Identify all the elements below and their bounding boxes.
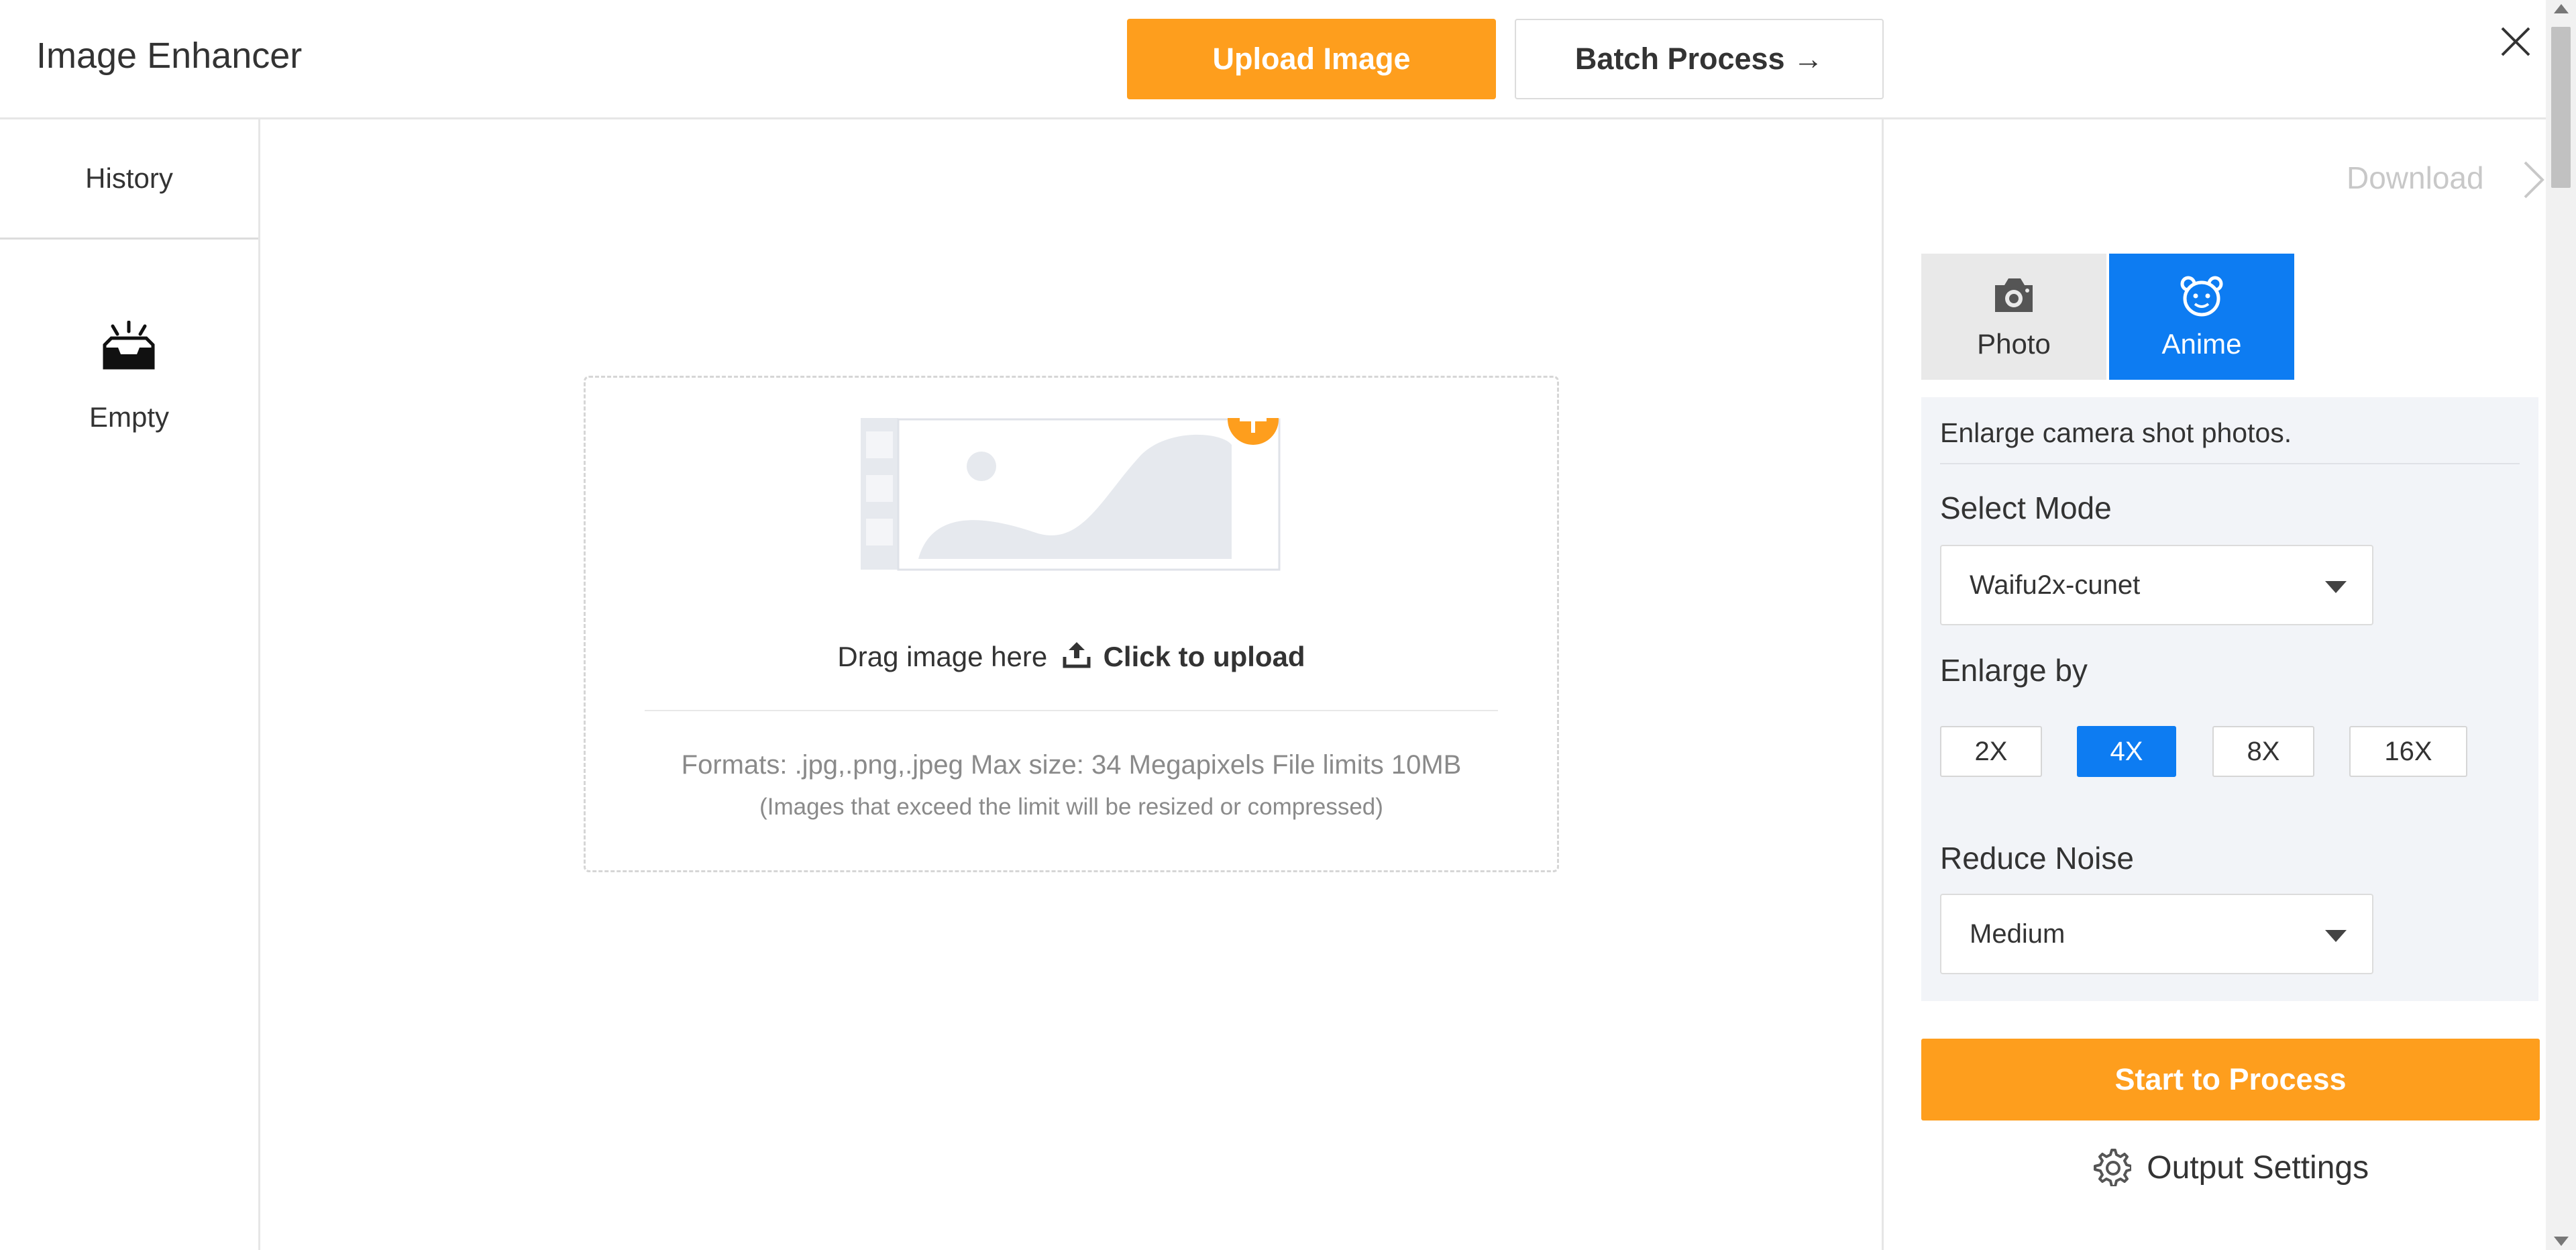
gear-icon bbox=[2093, 1149, 2133, 1188]
start-process-button[interactable]: Start to Process bbox=[1921, 1039, 2540, 1121]
output-settings-link[interactable]: Output Settings bbox=[1921, 1147, 2540, 1188]
download-button[interactable]: Download bbox=[2347, 160, 2484, 196]
upload-dropzone[interactable]: Drag image here Click to upload Formats:… bbox=[584, 376, 1559, 872]
drag-instruction: Drag image here Click to upload bbox=[586, 639, 1557, 673]
image-placeholder-icon bbox=[861, 418, 1281, 571]
scale-16x-button[interactable]: 16X bbox=[2349, 726, 2467, 777]
scroll-up-arrow-icon[interactable] bbox=[2554, 4, 2569, 13]
description-divider bbox=[1940, 463, 2520, 464]
history-tab[interactable]: History bbox=[0, 119, 258, 240]
upload-icon bbox=[1063, 642, 1091, 668]
close-icon[interactable] bbox=[2497, 23, 2534, 60]
empty-tray-icon bbox=[103, 321, 155, 370]
tab-anime[interactable]: Anime bbox=[2109, 254, 2294, 380]
batch-process-button[interactable]: Batch Process → bbox=[1515, 19, 1884, 99]
vertical-scrollbar[interactable] bbox=[2546, 0, 2576, 1250]
mode-select[interactable]: Waifu2x-cunet bbox=[1940, 545, 2373, 625]
scale-2x-button[interactable]: 2X bbox=[1940, 726, 2042, 777]
click-to-upload-link[interactable]: Click to upload bbox=[1104, 641, 1305, 672]
scroll-down-arrow-icon[interactable] bbox=[2554, 1237, 2569, 1246]
history-sidebar: History Empty bbox=[0, 119, 260, 1250]
upload-image-button[interactable]: Upload Image bbox=[1127, 19, 1496, 99]
output-settings-label: Output Settings bbox=[2147, 1150, 2369, 1186]
chevron-down-icon bbox=[2325, 930, 2347, 942]
empty-history-label: Empty bbox=[89, 401, 170, 433]
noise-select-value: Medium bbox=[1970, 919, 2065, 949]
camera-icon bbox=[1995, 278, 2033, 312]
chevron-right-icon bbox=[2524, 161, 2544, 199]
top-header: Image Enhancer Upload Image Batch Proces… bbox=[0, 0, 2546, 119]
size-limit-note: (Images that exceed the limit will be re… bbox=[759, 794, 1383, 820]
scale-4x-button[interactable]: 4X bbox=[2077, 726, 2176, 777]
app-title: Image Enhancer bbox=[36, 36, 303, 76]
tab-photo-label: Photo bbox=[1977, 328, 2051, 360]
tab-anime-label: Anime bbox=[2161, 328, 2242, 360]
settings-panel: Download Photo Anime Enlarge camera shot… bbox=[1882, 119, 2548, 1250]
dropzone-divider bbox=[645, 710, 1498, 711]
enhance-options: Enlarge camera shot photos. Select Mode … bbox=[1921, 397, 2538, 1001]
enlarge-by-label: Enlarge by bbox=[1940, 653, 2088, 688]
formats-info: Formats: .jpg,.png,.jpeg Max size: 34 Me… bbox=[681, 750, 1462, 780]
noise-select[interactable]: Medium bbox=[1940, 894, 2373, 974]
chevron-down-icon bbox=[2325, 581, 2347, 593]
mode-select-value: Waifu2x-cunet bbox=[1970, 570, 2141, 600]
scrollbar-thumb[interactable] bbox=[2551, 27, 2571, 188]
tab-photo[interactable]: Photo bbox=[1921, 254, 2106, 380]
select-mode-label: Select Mode bbox=[1940, 490, 2112, 525]
reduce-noise-label: Reduce Noise bbox=[1940, 841, 2134, 876]
mode-description: Enlarge camera shot photos. bbox=[1940, 417, 2292, 448]
scale-8x-button[interactable]: 8X bbox=[2212, 726, 2314, 777]
bear-face-icon bbox=[2180, 276, 2223, 317]
drag-text: Drag image here bbox=[837, 641, 1048, 672]
